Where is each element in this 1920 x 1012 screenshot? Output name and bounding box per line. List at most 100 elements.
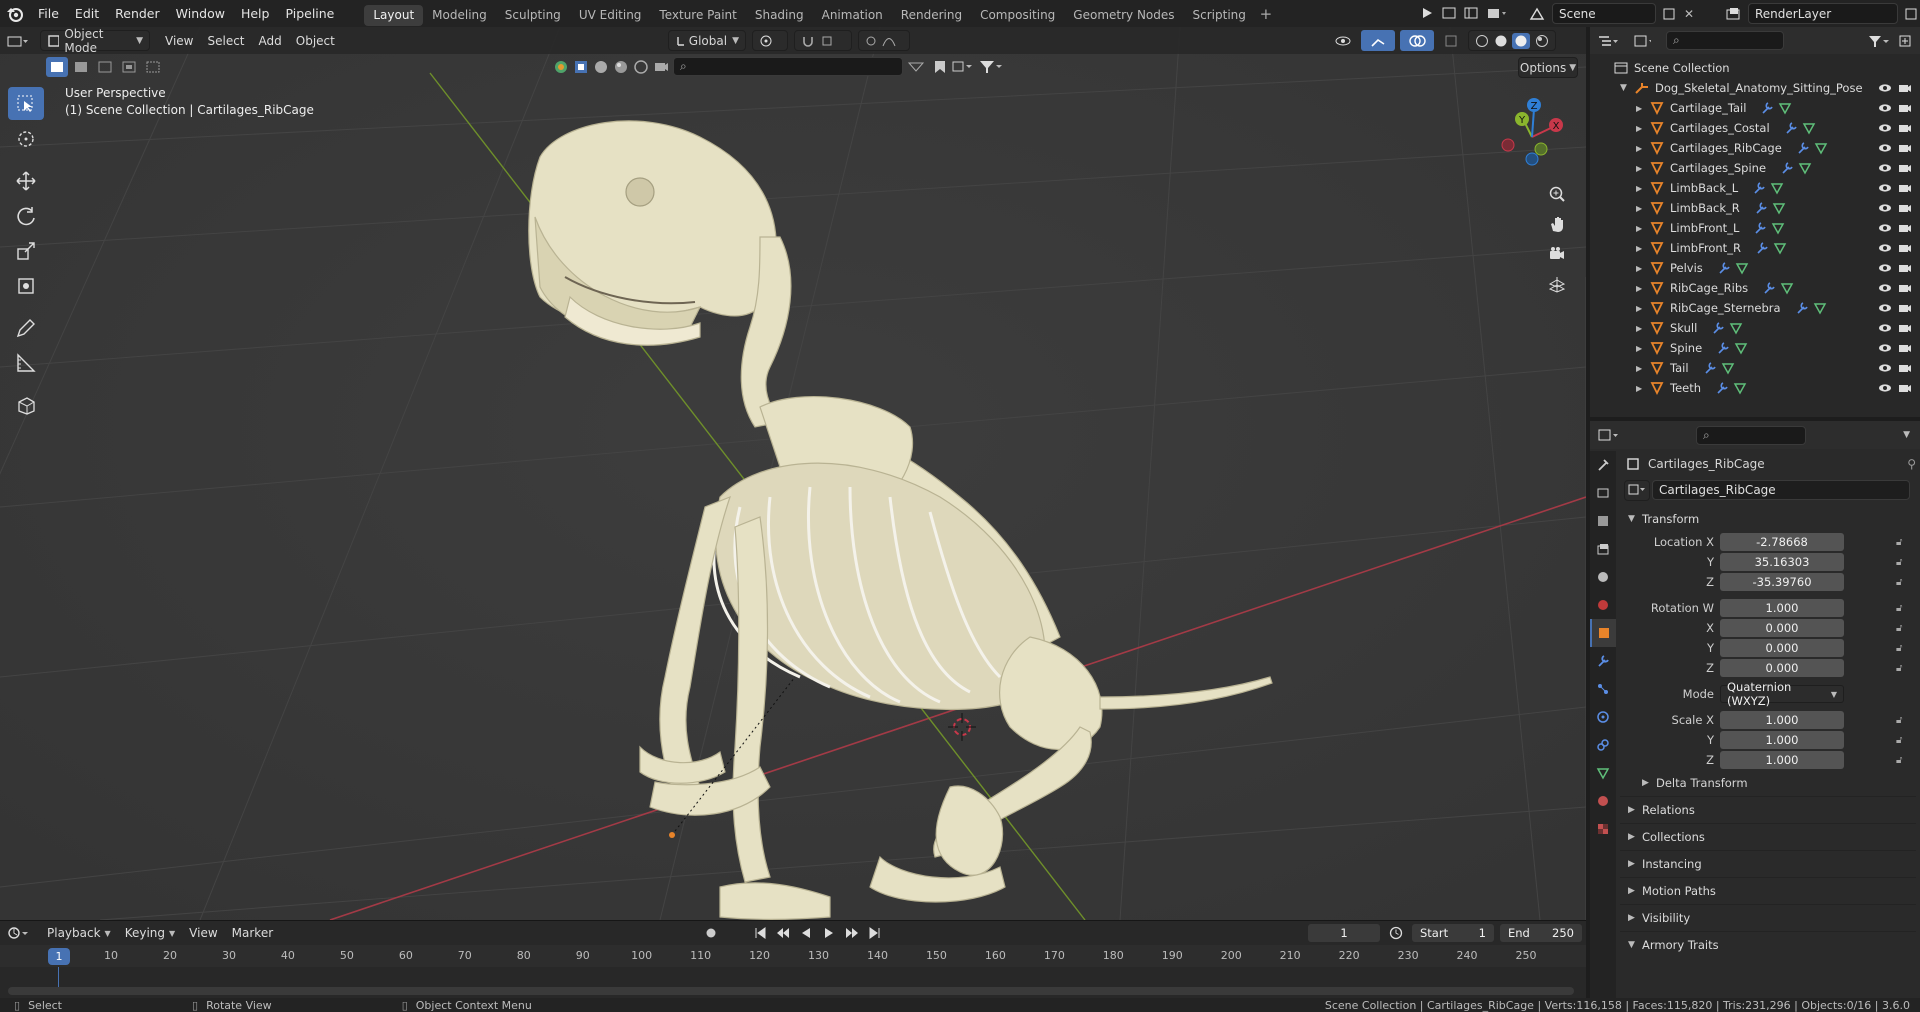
select-difference-icon[interactable]: [118, 57, 140, 77]
timeline-menu-marker[interactable]: Marker: [225, 923, 280, 943]
mode-dropdown[interactable]: Object Mode ▼: [40, 27, 150, 55]
menu-file[interactable]: File: [30, 0, 67, 27]
rotation-y-field[interactable]: 0.000: [1720, 639, 1844, 657]
workspace-tab-uv-editing[interactable]: UV Editing: [570, 5, 651, 26]
expand-chevron-icon[interactable]: ▶: [1636, 324, 1650, 333]
lock-icon[interactable]: 🔓︎: [1896, 557, 1902, 568]
physics-tab-icon[interactable]: [1590, 703, 1616, 731]
bookmark-icon[interactable]: [933, 59, 947, 75]
outliner-filter-icon[interactable]: [1864, 31, 1894, 51]
outliner-object-row[interactable]: ▶ Cartilages_Costal: [1590, 118, 1920, 138]
scene-name-field[interactable]: Scene: [1552, 3, 1656, 24]
modifier-wrench-icon[interactable]: [1716, 341, 1730, 355]
modifier-wrench-icon[interactable]: [1753, 221, 1767, 235]
location-y-field[interactable]: 35.16303: [1720, 553, 1844, 571]
menu-window[interactable]: Window: [168, 0, 233, 27]
wireframe-shading-icon[interactable]: [1475, 34, 1489, 48]
end-frame-field[interactable]: End 250: [1500, 924, 1582, 942]
camera-render-icon[interactable]: [1898, 182, 1912, 194]
workspace-tab-compositing[interactable]: Compositing: [971, 5, 1064, 26]
modifier-wrench-icon[interactable]: [1780, 161, 1794, 175]
object-name-input[interactable]: Cartilages_RibCage: [1652, 480, 1910, 500]
properties-editor-type-icon[interactable]: [1590, 425, 1626, 445]
camera-render-icon[interactable]: [1898, 162, 1912, 174]
workspace-tab-modeling[interactable]: Modeling: [423, 5, 496, 26]
outliner-object-row[interactable]: ▶ Pelvis: [1590, 258, 1920, 278]
menu-help[interactable]: Help: [233, 0, 278, 27]
expand-chevron-icon[interactable]: ▶: [1636, 264, 1650, 273]
workspace-tab-animation[interactable]: Animation: [813, 5, 892, 26]
datablock-browse-button[interactable]: [1624, 479, 1650, 501]
modifier-wrench-icon[interactable]: [1703, 361, 1717, 375]
start-frame-field[interactable]: Start 1: [1412, 924, 1494, 942]
play-render-icon[interactable]: [1418, 3, 1436, 23]
add-workspace-icon[interactable]: +: [1255, 0, 1277, 27]
jump-keyframe-back-icon[interactable]: [773, 923, 793, 943]
lock-icon[interactable]: 🔓︎: [1896, 715, 1902, 726]
eye-icon[interactable]: [1878, 162, 1892, 174]
expand-chevron-icon[interactable]: ▶: [1636, 204, 1650, 213]
expand-chevron-icon[interactable]: ▶: [1636, 104, 1650, 113]
lock-icon[interactable]: 🔓︎: [1896, 577, 1902, 588]
mesh-data-icon[interactable]: [1733, 381, 1747, 395]
camera-render-icon[interactable]: [1898, 302, 1912, 314]
location-z-field[interactable]: -35.39760: [1720, 573, 1844, 591]
jump-keyframe-forward-icon[interactable]: [842, 923, 862, 943]
outliner-object-row[interactable]: ▶ LimbFront_R: [1590, 238, 1920, 258]
eye-icon[interactable]: [1878, 222, 1892, 234]
transform-panel-header[interactable]: ▼ Transform: [1620, 505, 1916, 532]
snap-toggle[interactable]: [794, 30, 852, 51]
camera-filter-icon[interactable]: [653, 59, 669, 75]
timeline-menu-keying[interactable]: Keying ▼: [118, 923, 182, 943]
eye-icon[interactable]: [1878, 382, 1892, 394]
add-cube-tool[interactable]: [8, 388, 44, 421]
visibility-selectable-icon[interactable]: [1330, 30, 1356, 51]
orientation-dropdown[interactable]: Global ▼: [668, 30, 746, 51]
pin-icon[interactable]: ⚲: [1907, 457, 1916, 471]
menu-edit[interactable]: Edit: [67, 0, 107, 27]
panel-header-armory-traits[interactable]: ▼ Armory Traits: [1620, 931, 1916, 958]
constraints-tab-icon[interactable]: [1590, 731, 1616, 759]
camera-render-icon[interactable]: [1898, 362, 1912, 374]
outliner-armature-row[interactable]: ▼ Dog_Skeletal_Anatomy_Sitting_Pose: [1590, 78, 1920, 98]
lock-icon[interactable]: 🔓︎: [1896, 755, 1902, 766]
collapse-chevron-icon[interactable]: ▼: [1620, 83, 1634, 93]
lock-icon[interactable]: 🔓︎: [1896, 537, 1902, 548]
select-intersect-icon[interactable]: [142, 57, 164, 77]
scale-tool[interactable]: [8, 234, 44, 267]
delta-transform-subpanel[interactable]: ▶ Delta Transform: [1620, 770, 1916, 796]
location-x-field[interactable]: -2.78668: [1720, 533, 1844, 551]
outliner-editor-type-icon[interactable]: [1590, 31, 1626, 51]
measure-tool[interactable]: [8, 346, 44, 379]
scale-y-field[interactable]: 1.000: [1720, 731, 1844, 749]
overlay-toggle-icon[interactable]: [1400, 30, 1434, 51]
render-animation-icon[interactable]: [1462, 3, 1480, 23]
lock-icon[interactable]: 🔓︎: [1896, 623, 1902, 634]
eye-icon[interactable]: [1878, 262, 1892, 274]
workspace-tab-geometry-nodes[interactable]: Geometry Nodes: [1064, 5, 1183, 26]
texture-tab-icon[interactable]: [1590, 815, 1616, 843]
eye-icon[interactable]: [1878, 322, 1892, 334]
annotate-tool[interactable]: [8, 311, 44, 344]
workspace-tab-layout[interactable]: Layout: [364, 4, 424, 26]
rotation-z-field[interactable]: 0.000: [1720, 659, 1844, 677]
camera-render-icon[interactable]: [1898, 242, 1912, 254]
proportional-edit-toggle[interactable]: [858, 30, 910, 51]
expand-chevron-icon[interactable]: ▶: [1636, 144, 1650, 153]
expand-chevron-icon[interactable]: ▶: [1636, 244, 1650, 253]
timeline-editor[interactable]: Playback ▼ Keying ▼ View Marker 1 Start 1 E…: [0, 920, 1586, 998]
viewport-scene[interactable]: [0, 27, 1586, 920]
eye-icon[interactable]: [1878, 102, 1892, 114]
mesh-data-icon[interactable]: [1735, 261, 1749, 275]
panel-header-relations[interactable]: ▶ Relations: [1620, 796, 1916, 823]
mesh-data-icon[interactable]: [1772, 201, 1786, 215]
outliner-object-row[interactable]: ▶ Spine: [1590, 338, 1920, 358]
lock-icon[interactable]: 🔓︎: [1896, 735, 1902, 746]
mesh-data-icon[interactable]: [1802, 121, 1816, 135]
expand-chevron-icon[interactable]: ▶: [1636, 184, 1650, 193]
eye-icon[interactable]: [1878, 282, 1892, 294]
modifier-wrench-tab-icon[interactable]: [1590, 647, 1616, 675]
modifier-wrench-icon[interactable]: [1760, 101, 1774, 115]
particles-tab-icon[interactable]: [1590, 675, 1616, 703]
filter-dropdown-icon[interactable]: [907, 59, 929, 75]
